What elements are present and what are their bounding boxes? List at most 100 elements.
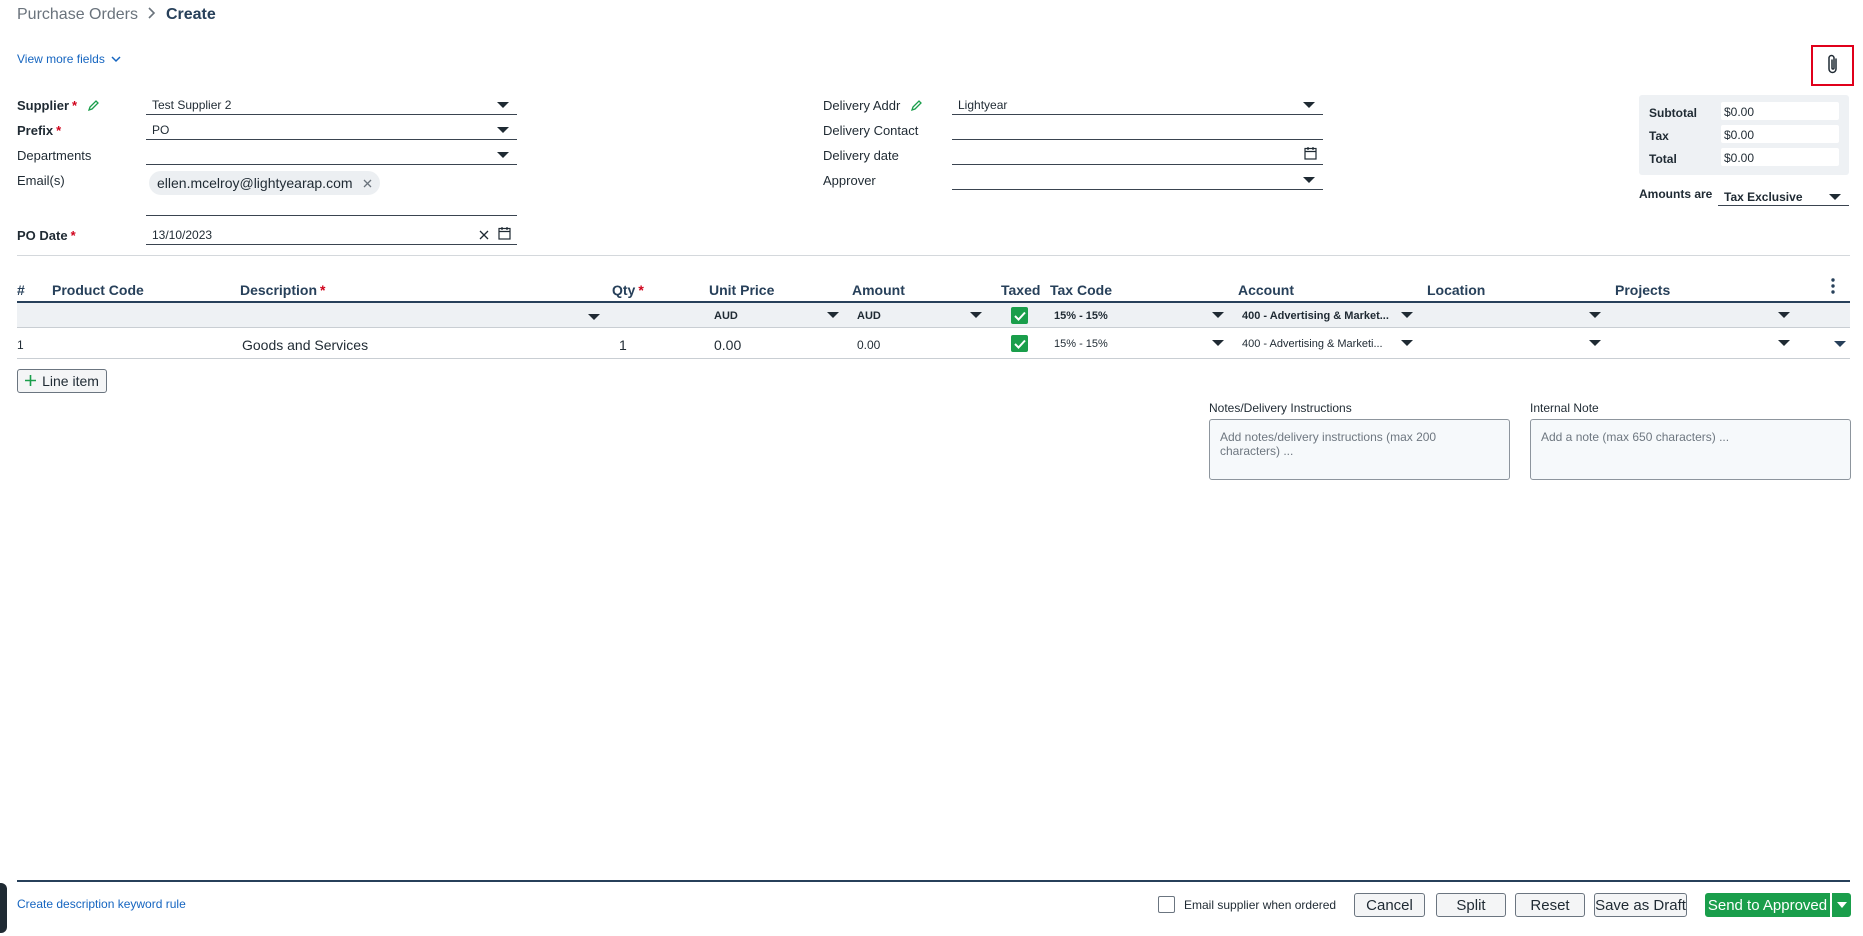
email-supplier-checkbox[interactable] <box>1158 896 1175 913</box>
dropdown-caret-icon[interactable] <box>1589 340 1601 346</box>
total-value: $0.00 <box>1721 148 1839 166</box>
row-taxed-checkbox[interactable] <box>1011 335 1028 352</box>
po-date-label: PO Date * <box>17 228 76 243</box>
attachment-button[interactable] <box>1811 45 1854 86</box>
cancel-button[interactable]: Cancel <box>1354 893 1425 917</box>
create-keyword-rule-link[interactable]: Create description keyword rule <box>17 897 186 911</box>
row-account[interactable]: 400 - Advertising & Marketi... <box>1242 338 1383 350</box>
send-options-dropdown[interactable] <box>1832 893 1851 917</box>
internal-note-label: Internal Note <box>1530 401 1599 415</box>
projects-default-caret-icon[interactable] <box>1778 312 1790 318</box>
save-as-draft-button[interactable]: Save as Draft <box>1594 893 1687 917</box>
account-default[interactable]: 400 - Advertising & Market... <box>1242 310 1389 322</box>
breadcrumb: Purchase Orders Create <box>17 6 216 24</box>
table-row[interactable]: 1 Goods and Services 1 0.00 0.00 15% - 1… <box>17 329 1850 359</box>
subtotal-label: Subtotal <box>1649 106 1697 120</box>
email-supplier-label: Email supplier when ordered <box>1184 898 1337 912</box>
calendar-icon[interactable] <box>498 226 511 243</box>
emails-input[interactable]: ellen.mcelroy@lightyearap.com <box>146 168 517 216</box>
totals-panel: Subtotal $0.00 Tax $0.00 Total $0.00 <box>1639 95 1849 175</box>
row-qty[interactable]: 1 <box>619 337 627 353</box>
departments-select[interactable] <box>146 143 517 165</box>
pencil-icon[interactable] <box>910 99 923 115</box>
approver-label: Approver <box>823 173 876 188</box>
chevron-down-icon <box>111 52 121 66</box>
divider <box>17 255 1850 256</box>
side-tab[interactable] <box>0 883 7 933</box>
clear-icon[interactable] <box>479 228 489 243</box>
delivery-addr-label: Delivery Addr <box>823 98 923 115</box>
page-title: Create <box>165 6 216 23</box>
approver-select[interactable] <box>952 168 1323 190</box>
amount-currency[interactable]: AUD <box>857 310 881 322</box>
dropdown-caret-icon[interactable] <box>970 312 982 318</box>
emails-label: Email(s) <box>17 173 65 188</box>
delivery-date-label: Delivery date <box>823 148 899 163</box>
row-amount: 0.00 <box>857 338 881 352</box>
dropdown-caret-icon <box>1829 194 1841 200</box>
col-header-amount[interactable]: Amount <box>852 282 905 298</box>
dropdown-caret-icon <box>497 102 509 108</box>
tax-code-default[interactable]: 15% - 15% <box>1054 310 1108 322</box>
caret-down-icon <box>1836 902 1847 908</box>
amounts-are-select[interactable]: Tax Exclusive <box>1718 185 1849 206</box>
close-icon[interactable] <box>363 175 372 191</box>
breadcrumb-parent[interactable]: Purchase Orders <box>17 6 138 24</box>
send-to-approved-button[interactable]: Send to Approved <box>1705 893 1830 917</box>
row-description[interactable]: Goods and Services <box>242 337 368 353</box>
calendar-icon[interactable] <box>1304 146 1317 163</box>
prefix-select[interactable]: PO <box>146 118 517 140</box>
col-header-taxed[interactable]: Taxed <box>1001 282 1040 298</box>
tax-label: Tax <box>1649 129 1669 143</box>
total-label: Total <box>1649 152 1677 166</box>
delivery-addr-select[interactable]: Lightyear <box>952 93 1323 115</box>
col-header-product-code[interactable]: Product Code <box>52 282 144 298</box>
col-header-qty[interactable]: Qty * <box>612 282 644 298</box>
dropdown-caret-icon[interactable] <box>1401 340 1413 346</box>
dropdown-caret-icon <box>1303 102 1315 108</box>
col-header-account[interactable]: Account <box>1238 282 1294 298</box>
chevron-right-icon <box>148 6 156 24</box>
subtotal-value: $0.00 <box>1721 102 1839 120</box>
delivery-notes-textarea[interactable]: Add notes/delivery instructions (max 200… <box>1209 419 1510 480</box>
prefix-label: Prefix * <box>17 123 62 138</box>
col-header-num: # <box>17 282 25 298</box>
split-button[interactable]: Split <box>1436 893 1506 917</box>
dropdown-caret-icon <box>497 127 509 133</box>
description-default-caret-icon[interactable] <box>588 314 600 320</box>
supplier-label: Supplier * <box>17 98 100 115</box>
internal-note-textarea[interactable]: Add a note (max 650 characters) ... <box>1530 419 1851 480</box>
reset-button[interactable]: Reset <box>1515 893 1585 917</box>
supplier-select[interactable]: Test Supplier 2 <box>146 93 517 115</box>
col-header-projects[interactable]: Projects <box>1615 282 1670 298</box>
unit-price-currency[interactable]: AUD <box>714 310 738 322</box>
location-default-caret-icon[interactable] <box>1589 312 1601 318</box>
row-unit-price[interactable]: 0.00 <box>714 337 741 353</box>
row-expand-icon[interactable] <box>1834 341 1846 347</box>
dropdown-caret-icon[interactable] <box>827 312 839 318</box>
delivery-contact-input[interactable] <box>952 118 1323 140</box>
dropdown-caret-icon[interactable] <box>1212 312 1224 318</box>
departments-label: Departments <box>17 148 92 163</box>
dropdown-caret-icon[interactable] <box>1401 312 1413 318</box>
po-date-input[interactable]: 13/10/2023 <box>146 223 517 245</box>
dropdown-caret-icon[interactable] <box>1212 340 1224 346</box>
dropdown-caret-icon[interactable] <box>1778 340 1790 346</box>
col-header-description[interactable]: Description * <box>240 282 325 298</box>
view-more-fields-link[interactable]: View more fields <box>17 52 121 66</box>
row-number: 1 <box>17 338 24 352</box>
amounts-are-label: Amounts are <box>1639 187 1713 201</box>
tax-value: $0.00 <box>1721 125 1839 143</box>
col-header-unit-price[interactable]: Unit Price <box>709 282 774 298</box>
pencil-icon[interactable] <box>87 99 100 115</box>
add-line-item-button[interactable]: Line item <box>17 369 107 393</box>
footer-divider <box>17 880 1850 882</box>
plus-icon <box>25 373 37 389</box>
col-header-tax-code[interactable]: Tax Code <box>1050 282 1112 298</box>
taxed-default-checkbox[interactable] <box>1011 307 1028 324</box>
row-tax-code[interactable]: 15% - 15% <box>1054 338 1108 350</box>
dropdown-caret-icon <box>497 152 509 158</box>
more-vertical-icon[interactable] <box>1831 278 1835 297</box>
delivery-date-input[interactable] <box>952 143 1323 165</box>
col-header-location[interactable]: Location <box>1427 282 1485 298</box>
